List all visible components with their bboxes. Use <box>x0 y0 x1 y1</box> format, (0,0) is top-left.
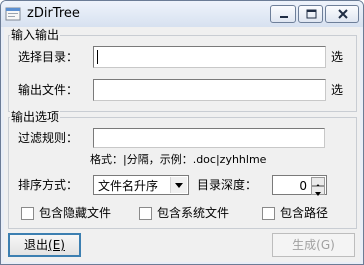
app-window: zDirTree 输入输出 选择目录： 选 输出文件： 选 输出选项 过滤规则：… <box>0 0 364 265</box>
exit-button-shortcut: (E) <box>48 238 65 252</box>
filter-label: 过滤规则： <box>18 131 79 145</box>
generate-button-label: 生成(G) <box>292 238 335 252</box>
close-button[interactable] <box>325 5 359 23</box>
output-file-input[interactable] <box>93 79 326 101</box>
depth-label: 目录深度： <box>197 178 258 192</box>
close-icon <box>338 9 348 19</box>
window-title: zDirTree <box>27 6 80 21</box>
app-icon <box>5 7 21 21</box>
format-hint: 格式：|分隔，示例：.doc|zyhhlme <box>90 153 267 166</box>
depth-spinner[interactable]: 0 <box>272 175 327 196</box>
spin-down-icon[interactable] <box>311 186 325 196</box>
maximize-icon <box>306 9 317 19</box>
include-hidden-label[interactable]: 包含隐藏文件 <box>39 205 111 221</box>
depth-value: 0 <box>299 179 307 193</box>
include-system-label[interactable]: 包含系统文件 <box>157 205 229 221</box>
output-file-label: 输出文件： <box>18 83 79 97</box>
include-path-label[interactable]: 包含路径 <box>280 205 328 221</box>
dialog-body: 输入输出 选择目录： 选 输出文件： 选 输出选项 过滤规则： 格式：|分隔，示… <box>4 27 360 262</box>
select-dir-label: 选择目录： <box>18 50 79 64</box>
generate-button[interactable]: 生成(G) <box>272 233 355 257</box>
io-group-title: 输入输出 <box>10 28 61 42</box>
dropdown-arrow-icon[interactable] <box>170 177 187 193</box>
exit-button[interactable]: 退出(E) <box>8 233 81 257</box>
select-dir-button[interactable]: 选 <box>331 49 343 65</box>
sort-select[interactable]: 文件名升序 <box>93 175 189 195</box>
sort-select-value: 文件名升序 <box>98 179 159 193</box>
minimize-icon <box>280 16 288 18</box>
select-dir-input[interactable] <box>93 46 326 68</box>
maximize-button[interactable] <box>298 5 323 23</box>
exit-button-label: 退出 <box>24 238 49 252</box>
sort-label: 排序方式： <box>18 178 79 192</box>
output-file-button[interactable]: 选 <box>331 82 343 98</box>
include-hidden-checkbox[interactable] <box>21 207 34 220</box>
filter-input[interactable] <box>93 128 325 148</box>
spin-up-icon[interactable] <box>311 177 325 188</box>
options-group-title: 输出选项 <box>10 110 61 124</box>
text-caret <box>97 50 98 64</box>
include-system-checkbox[interactable] <box>139 207 152 220</box>
spin-buttons[interactable] <box>311 177 325 196</box>
include-path-checkbox[interactable] <box>262 207 275 220</box>
minimize-button[interactable] <box>270 5 296 23</box>
title-bar[interactable]: zDirTree <box>1 1 363 27</box>
